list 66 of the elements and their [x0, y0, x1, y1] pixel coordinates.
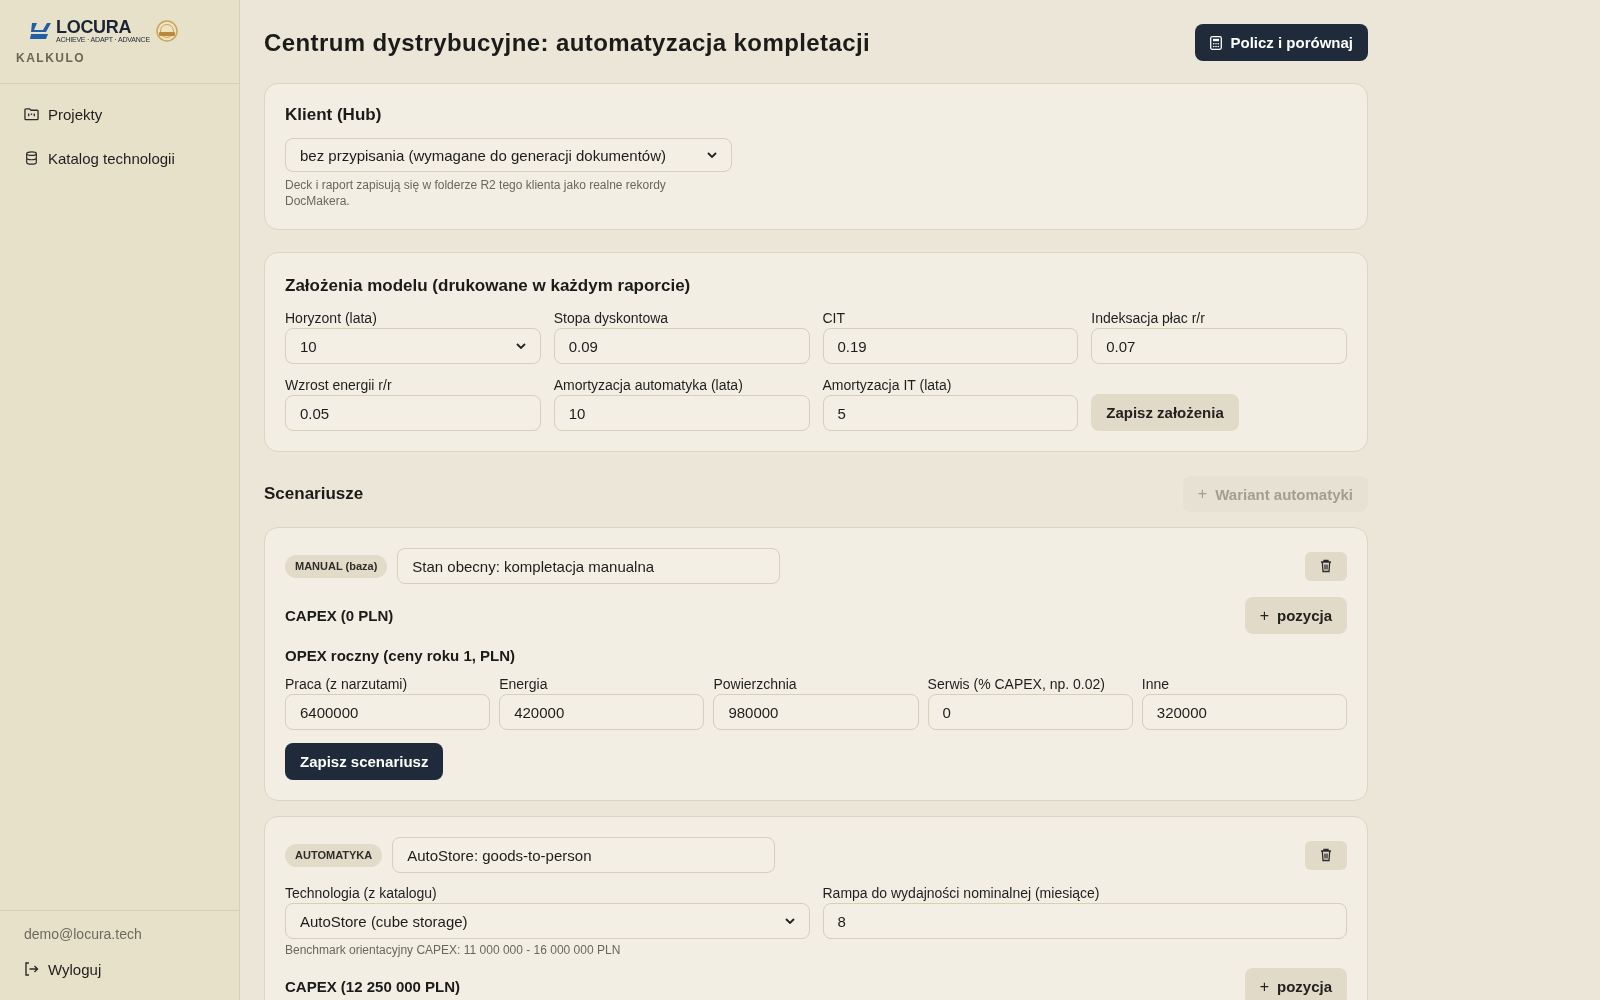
type-tag: MANUAL (baza) — [285, 554, 388, 578]
field-label: Amortyzacja IT (lata) — [822, 376, 952, 394]
field-label: Praca (z narzutami) — [285, 675, 408, 693]
save-scenario-button[interactable]: Zapisz scenariusz — [285, 743, 444, 780]
field-label: Inne — [1141, 675, 1170, 693]
calculate-button[interactable]: Policz i porównaj — [1195, 24, 1368, 61]
logout-link[interactable]: Wyloguj — [16, 951, 110, 987]
section-title: Scenariusze — [264, 483, 364, 505]
field-label: Rampa do wydajności nominalnej (miesiące) — [822, 884, 1100, 902]
chevron-down-icon — [784, 918, 795, 924]
field-label: Amortyzacja automatyka (lata) — [553, 376, 743, 394]
card-title: Klient (Hub) — [285, 104, 383, 126]
save-assumptions-button[interactable]: Zapisz założenia — [1091, 394, 1239, 431]
dropdown[interactable]: 10 — [285, 328, 541, 364]
database-icon — [24, 151, 39, 165]
field-label: Energia — [499, 675, 548, 693]
text-field[interactable]: 0 — [927, 694, 1133, 730]
field-label: Horyzont (lata) — [285, 309, 377, 327]
nav-item[interactable]: Katalog technologii — [16, 140, 183, 176]
add-position-button[interactable]: + pozycja — [1244, 597, 1347, 634]
nav-item[interactable]: Projekty — [16, 96, 111, 132]
delete-button[interactable] — [1305, 551, 1347, 581]
opex-title: OPEX roczny (ceny roku 1, PLN) — [285, 646, 517, 666]
app-name: KALKULO — [16, 51, 86, 65]
field-label: Wzrost energii r/r — [285, 376, 392, 394]
hint-text: Benchmark orientacyjny CAPEX: 11 000 000 - 16 000 000 PLN — [285, 942, 621, 958]
user-email: demo@locura.tech — [23, 925, 142, 944]
trash-icon — [1320, 559, 1332, 573]
text-field[interactable]: 0.19 — [822, 328, 1079, 364]
logout-icon — [24, 962, 39, 976]
field-label: Indeksacja płac r/r — [1091, 309, 1205, 327]
text-field[interactable]: 0.05 — [285, 395, 541, 431]
text-field[interactable]: 420000 — [499, 694, 705, 730]
dropdown[interactable]: AutoStore (cube storage) — [285, 903, 810, 939]
scenario-name-field[interactable]: AutoStore: goods-to-person — [392, 837, 776, 873]
seal-icon — [155, 20, 178, 42]
text-field[interactable]: 8 — [822, 903, 1347, 939]
field-label: Serwis (% CAPEX, np. 0.02) — [927, 675, 1105, 693]
text-field[interactable]: 0.09 — [553, 328, 810, 364]
field-label: Technologia (z katalogu) — [285, 884, 437, 902]
brand-name: LOCURA — [56, 18, 132, 36]
chevron-down-icon — [515, 343, 526, 349]
field-label: Stopa dyskontowa — [553, 309, 669, 327]
text-field[interactable]: 980000 — [713, 694, 919, 730]
add-position-button[interactable]: + pozycja — [1244, 968, 1347, 1000]
text-field[interactable]: 10 — [553, 395, 810, 431]
text-field[interactable]: 0.07 — [1091, 328, 1347, 364]
field-label: CIT — [822, 309, 846, 327]
chevron-down-icon — [707, 152, 717, 158]
trash-icon — [1320, 848, 1332, 862]
calculator-icon — [1210, 35, 1223, 50]
text-field[interactable]: 6400000 — [285, 694, 491, 730]
page-title: Centrum dystrybucyjne: automatyzacja kompletacji — [264, 27, 871, 58]
logo-mark-icon — [30, 21, 52, 41]
capex-title: CAPEX (12 250 000 PLN) — [285, 977, 461, 996]
text-field[interactable]: 320000 — [1141, 694, 1347, 730]
card-title: Założenia modelu (drukowane w każdym raporcie) — [285, 275, 692, 297]
capex-title: CAPEX (0 PLN) — [285, 606, 394, 625]
delete-button[interactable] — [1305, 840, 1347, 870]
type-tag: AUTOMATYKA — [285, 843, 383, 867]
hint-text: Deck i raport zapisują się w folderze R2 tego klienta jako realne rekordy DocMakera. — [285, 177, 667, 209]
field-label: Powierzchnia — [713, 675, 797, 693]
text-field[interactable]: 5 — [822, 395, 1079, 431]
scenario-name-field[interactable]: Stan obecny: kompletacja manualna — [397, 548, 781, 584]
client-dropdown[interactable]: bez przypisania (wymagane do generacji dokumentów) — [285, 138, 732, 172]
folder-icon — [24, 107, 39, 121]
